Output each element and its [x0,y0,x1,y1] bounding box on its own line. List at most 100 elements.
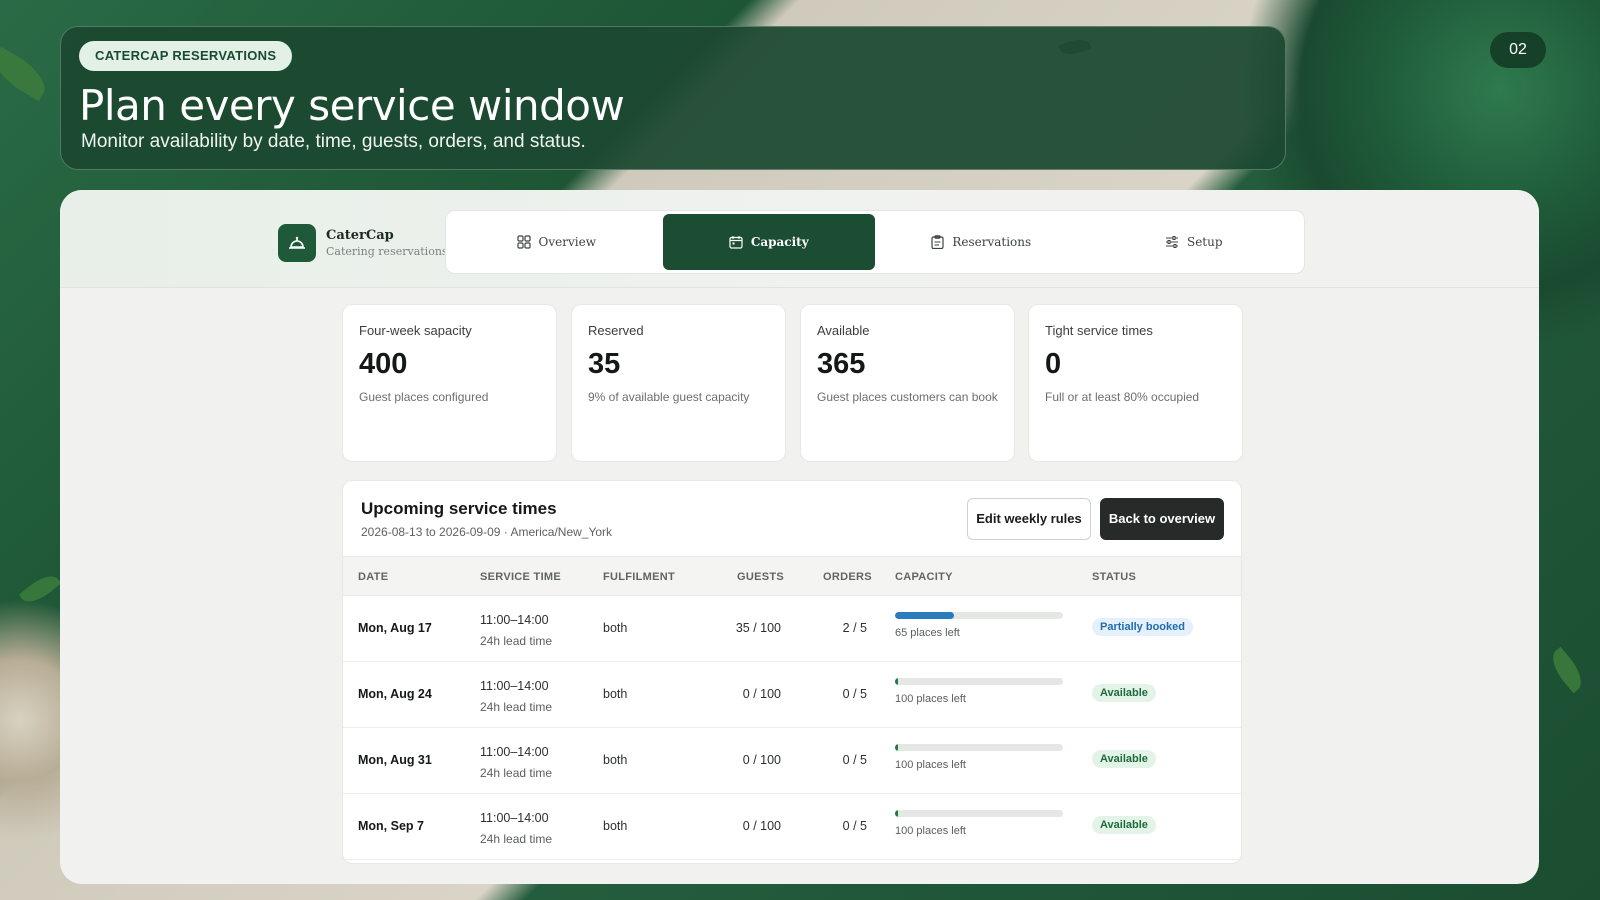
app-header: CaterCap Catering reservations Overview … [60,190,1539,288]
row-date: Mon, Aug 17 [358,621,432,635]
back-to-overview-button[interactable]: Back to overview [1100,498,1224,540]
row-fulfilment: both [603,753,628,767]
capacity-bar [895,678,1063,685]
row-fulfilment: both [603,621,628,635]
brand-tagline: Catering reservations [326,245,448,258]
stat-value: 0 [1045,348,1062,380]
table-row[interactable]: Mon, Sep 7 11:00–14:00 24h lead time bot… [343,794,1241,860]
stat-value: 35 [588,348,621,380]
capacity-bar [895,810,1063,817]
row-capacity: 100 places left [895,744,1063,771]
row-orders: 2 / 5 [842,621,867,635]
cloche-icon [278,224,316,262]
decor-leaf [18,569,62,609]
section-title: Upcoming service times [361,499,557,518]
grid-icon [516,235,531,249]
stat-description: Guest places customers can book [817,390,998,404]
stat-description: Guest places configured [359,390,489,404]
stat-description: 9% of available guest capacity [588,390,750,404]
brand[interactable]: CaterCap Catering reservations [278,224,448,262]
column-header-status: STATUS [1092,571,1137,583]
places-left: 100 places left [895,825,966,837]
status-badge: Available [1092,684,1156,702]
column-header-fulfilment: FULFILMENT [603,571,676,583]
status-badge: Available [1092,750,1156,768]
tab-setup[interactable]: Setup [1088,214,1301,270]
row-orders: 0 / 5 [842,687,867,701]
row-guests: 35 / 100 [735,621,781,635]
row-service-time: 11:00–14:00 24h lead time [480,676,552,718]
places-left: 65 places left [895,627,960,639]
tab-overview-label: Overview [538,235,596,249]
column-header-date: DATE [358,571,389,583]
stat-value: 365 [817,348,866,380]
page-subtitle: Monitor availability by date, time, gues… [81,131,586,152]
column-header-guests: GUESTS [737,571,785,583]
stat-label: Reserved [588,323,644,338]
row-time: 11:00–14:00 [480,811,549,825]
capacity-bar [895,612,1063,619]
row-time: 11:00–14:00 [480,679,549,693]
capacity-bar-fill [895,612,954,619]
row-lead-time: 24h lead time [480,832,553,846]
row-guests: 0 / 100 [742,819,781,833]
page-number: 02 [1490,32,1546,68]
app-window: CaterCap Catering reservations Overview … [60,190,1539,884]
stat-label: Four-week sapacity [359,323,472,338]
calendar-icon [729,236,743,249]
row-service-time: 11:00–14:00 24h lead time [480,808,552,850]
row-date: Mon, Sep 7 [358,819,424,833]
row-fulfilment: both [603,687,628,701]
stat-label: Available [817,323,870,338]
row-status: Partially booked [1092,618,1193,636]
row-capacity: 100 places left [895,678,1063,705]
row-lead-time: 24h lead time [480,700,553,714]
column-header-time: SERVICE TIME [480,571,562,583]
nav-tabs: Overview Capacity Reservations Setup [445,210,1305,274]
capacity-bar-fill [895,678,899,685]
row-date: Mon, Aug 31 [358,753,432,767]
hero-badge: CATERCAP RESERVATIONS [79,41,293,71]
table-row[interactable]: Mon, Aug 31 11:00–14:00 24h lead time bo… [343,728,1241,794]
row-orders: 0 / 5 [842,753,867,767]
tab-overview[interactable]: Overview [450,214,663,270]
date-range: 2026-08-13 to 2026-09-09 · America/New_Y… [361,525,613,539]
service-times-panel: Upcoming service times 2026-08-13 to 202… [342,480,1242,864]
status-badge: Partially booked [1092,618,1193,636]
stat-description: Full or at least 80% occupied [1045,390,1200,404]
stat-label: Tight service times [1045,323,1153,338]
table-row[interactable]: Mon, Aug 17 11:00–14:00 24h lead time bo… [343,596,1241,662]
edit-weekly-rules-button[interactable]: Edit weekly rules [967,498,1091,540]
row-lead-time: 24h lead time [480,634,553,648]
table-row[interactable]: Mon, Aug 24 11:00–14:00 24h lead time bo… [343,662,1241,728]
row-status: Available [1092,816,1156,834]
tab-capacity-label: Capacity [750,235,809,249]
row-capacity: 100 places left [895,810,1063,837]
decor-leaf [1545,646,1589,694]
row-service-time: 11:00–14:00 24h lead time [480,742,552,784]
brand-name: CaterCap [326,228,394,243]
column-header-capacity: CAPACITY [895,571,953,583]
sliders-icon [1165,236,1178,248]
row-fulfilment: both [603,819,628,833]
row-service-time: 11:00–14:00 24h lead time [480,610,552,652]
row-orders: 0 / 5 [842,819,867,833]
stat-value: 400 [359,348,408,380]
tab-reservations-label: Reservations [952,235,1032,249]
row-time: 11:00–14:00 [480,613,549,627]
capacity-bar-fill [895,744,899,751]
stat-card-reserved: Reserved 35 9% of available guest capaci… [571,304,786,462]
decor-leaf [0,46,53,102]
row-time: 11:00–14:00 [480,745,549,759]
row-guests: 0 / 100 [742,687,781,701]
page-title: Plan every service window [79,81,625,130]
column-header-orders: ORDERS [823,571,872,583]
tab-capacity[interactable]: Capacity [662,214,875,270]
clipboard-icon [931,235,944,249]
capacity-bar [895,744,1063,751]
row-lead-time: 24h lead time [480,766,553,780]
tab-reservations[interactable]: Reservations [875,214,1088,270]
table-header: DATE SERVICE TIME FULFILMENT GUESTS ORDE… [343,556,1241,596]
row-status: Available [1092,750,1156,768]
tab-setup-label: Setup [1186,235,1223,249]
